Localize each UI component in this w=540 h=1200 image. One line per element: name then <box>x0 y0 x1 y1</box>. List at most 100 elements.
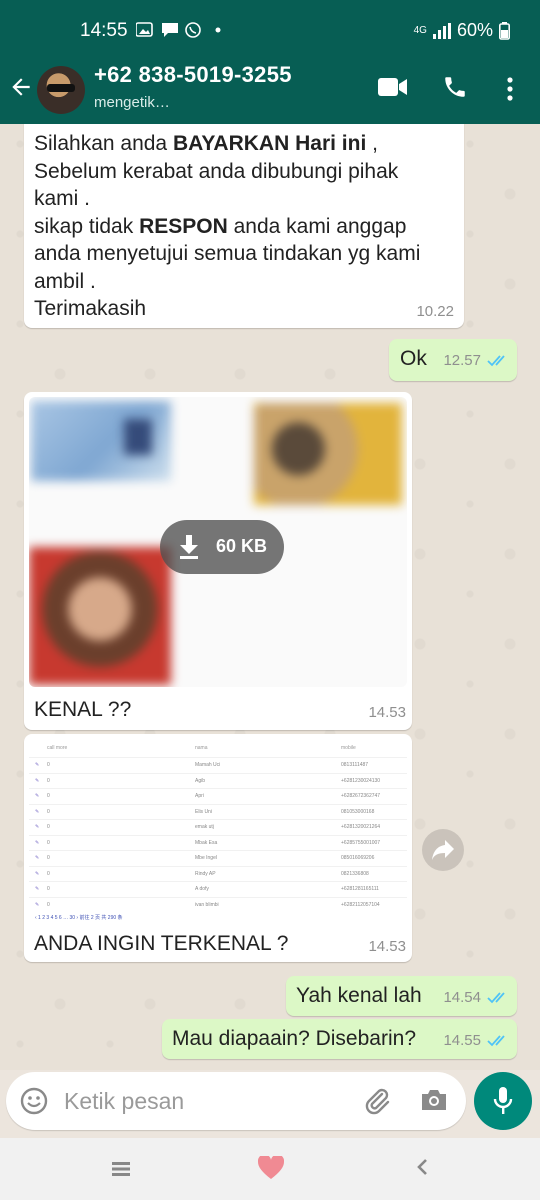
message-time: 12.57 <box>443 352 481 369</box>
image-caption: ANDA INGIN TERKENAL ? <box>34 932 289 955</box>
message-time: 10.22 <box>416 303 454 320</box>
contact-list-screenshot[interactable]: call more nama mobile ✎ 0 Mamah Uci 0813111… <box>29 739 407 925</box>
status-time: 14:55 <box>80 20 128 41</box>
forward-button[interactable] <box>422 829 464 871</box>
table-cell: Agib <box>195 777 206 784</box>
video-call-icon[interactable] <box>378 76 408 98</box>
message-line: sikap tidak RESPON anda kami anggap <box>34 215 406 239</box>
phone-icon[interactable] <box>442 74 468 100</box>
read-ticks-icon <box>487 355 505 367</box>
emoji-icon[interactable] <box>20 1087 48 1115</box>
back-nav-icon[interactable] <box>416 1158 428 1176</box>
text-run: Terimakasih <box>34 297 147 320</box>
recents-icon[interactable] <box>112 1162 130 1176</box>
message-time: 14.54 <box>443 989 481 1006</box>
table-cell: +6282672362747 <box>341 793 381 799</box>
more-vert-icon[interactable] <box>500 76 520 102</box>
blurred-photo <box>124 419 152 455</box>
arrow-back-icon[interactable] <box>8 74 34 100</box>
signal-icon <box>432 22 451 39</box>
home-icon[interactable] <box>258 1156 284 1180</box>
typing-status: mengetik… <box>94 94 170 111</box>
table-cell: Mamah Uci <box>195 762 221 768</box>
table-cell: 0 <box>47 901 50 908</box>
table-cell: 0 <box>47 886 50 892</box>
message-time: 14.53 <box>368 704 406 721</box>
table-pager: ‹ 1 2 3 4 5 6 … 30 › 前往 2 页 共 290 条 <box>35 915 123 921</box>
text-run: Sebelum kerabat anda dibubungi pihak <box>34 159 399 183</box>
message-time: 14.55 <box>443 1032 481 1049</box>
table-cell: Apri <box>195 793 204 799</box>
message-input[interactable] <box>62 1084 346 1118</box>
table-row: ✎ 0 Mamah Uci 0813111487 <box>29 757 407 773</box>
table-cell: +6281320021264 <box>341 824 381 830</box>
table-row: ✎ 0 A dofy +6281281165111 <box>29 881 407 897</box>
table-cell: Mbak Esa <box>195 839 218 846</box>
table-cell: Mbe Ingel <box>195 855 217 861</box>
message-meta: 14.55 <box>443 1032 509 1049</box>
chat-header: +62 838-5019-3255 mengetik… <box>0 52 540 124</box>
table-cell: emak utj <box>195 824 214 830</box>
edit-icon: ✎ <box>35 886 40 892</box>
voice-record-button[interactable] <box>474 1072 532 1130</box>
message-bubble-outgoing[interactable]: Yah kenal lah 14.54 <box>286 976 517 1016</box>
table-cell: 085016069206 <box>341 855 375 861</box>
table-cell: 0 <box>47 824 50 830</box>
edit-icon: ✎ <box>35 901 40 908</box>
table-header: mobile <box>341 745 356 751</box>
contact-name[interactable]: +62 838-5019-3255 <box>94 62 292 88</box>
message-time: 14.53 <box>368 938 406 955</box>
message-bubble-image[interactable]: call more nama mobile ✎ 0 Mamah Uci 0813111… <box>24 734 412 962</box>
table-row: ✎ 0 Agib +6281230024130 <box>29 772 407 789</box>
text-run: kami . <box>34 187 91 210</box>
avatar[interactable] <box>37 66 85 114</box>
message-text: Ok <box>400 347 427 370</box>
table-cell: 0 <box>47 762 50 768</box>
table-cell: Rindy AP <box>195 870 216 877</box>
battery-icon <box>499 21 510 40</box>
table-cell: 0 <box>47 777 50 784</box>
table-cell: 0 <box>47 870 50 877</box>
table-cell: A dofy <box>195 886 209 892</box>
camera-icon[interactable] <box>420 1088 448 1112</box>
table-cell: 0813111487 <box>341 762 369 768</box>
message-line: ambil . <box>34 270 96 294</box>
notification-icons <box>136 22 221 38</box>
message-line: anda menyetujui semua tindakan yg kami <box>34 242 420 266</box>
message-bubble-outgoing[interactable]: Mau diapaain? Disebarin? 14.55 <box>162 1019 517 1059</box>
blurred-selfie <box>29 547 171 685</box>
text-run: anda menyetujui semua tindakan yg kami <box>34 242 421 265</box>
bold-text: BAYARKAN Hari ini <box>172 132 367 155</box>
table-row: ✎ 0 ivan blimbi +6282112057104 <box>29 896 407 913</box>
network-type: 4G <box>413 24 427 36</box>
download-size: 60 KB <box>216 536 268 556</box>
table-cell: +6285755001007 <box>341 839 381 846</box>
message-meta: 12.57 <box>443 352 509 369</box>
table-row: ✎ 0 Apri +6282672362747 <box>29 788 407 804</box>
microphone-icon <box>493 1087 513 1114</box>
text-run: anda kami anggap <box>227 214 407 238</box>
table-row: ✎ 0 Mbe Ingel 085016069206 <box>29 850 407 866</box>
forward-icon <box>432 840 454 860</box>
table-cell: ivan blimbi <box>195 901 219 908</box>
table-row: ✎ 0 emak utj +6281320021264 <box>29 819 407 835</box>
message-meta: 14.54 <box>443 989 509 1006</box>
message-line: kami . <box>34 187 90 211</box>
image-thumbnail[interactable]: 60 KB <box>29 397 407 687</box>
edit-icon: ✎ <box>35 793 40 799</box>
chat-area[interactable]: Silahkan anda BAYARKAN Hari ini , Sebelum… <box>0 124 540 1070</box>
table-cell: 0821336808 <box>341 870 369 877</box>
table-cell: +6281281165111 <box>341 886 379 892</box>
message-bubble-image[interactable]: 60 KB KENAL ?? 14.53 <box>24 392 412 730</box>
text-run: Silahkan anda <box>34 132 173 155</box>
text-run: sikap tidak <box>34 214 140 238</box>
paperclip-icon[interactable] <box>362 1086 392 1116</box>
message-bubble-outgoing[interactable]: Ok 12.57 <box>389 339 517 381</box>
download-button[interactable]: 60 KB <box>160 520 284 574</box>
table-row: ✎ 0 Elis Uni 081053000168 <box>29 803 407 820</box>
message-bubble-incoming[interactable]: Silahkan anda BAYARKAN Hari ini , Sebelum… <box>24 124 464 328</box>
text-run: , <box>366 132 378 155</box>
edit-icon: ✎ <box>35 870 40 877</box>
table-header: nama <box>195 745 208 751</box>
edit-icon: ✎ <box>35 824 40 830</box>
